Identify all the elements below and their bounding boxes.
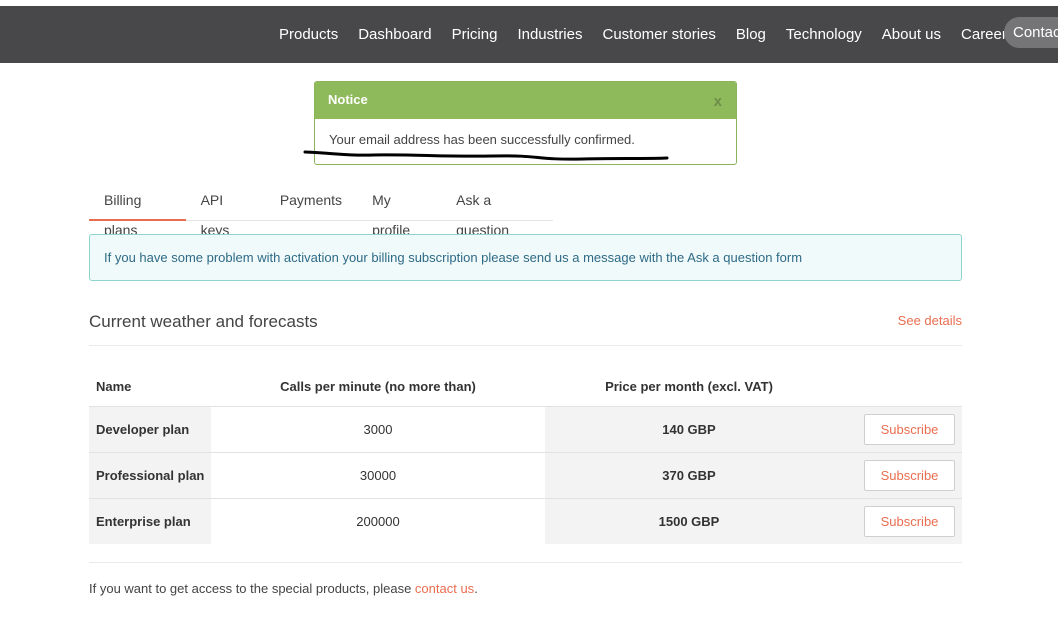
footer-note: If you want to get access to the special… [89, 581, 478, 596]
plan-price: 140 GBP [545, 405, 833, 452]
header-action [833, 367, 962, 406]
divider [89, 345, 962, 346]
plan-action-cell: Subscribe [833, 497, 962, 544]
table-row: Developer plan 3000 140 GBP Subscribe [89, 405, 962, 452]
header-calls: Calls per minute (no more than) [280, 378, 476, 394]
nav-customer-stories[interactable]: Customer stories [603, 26, 716, 43]
main-nav: Products Dashboard Pricing Industries Cu… [279, 6, 1034, 63]
plans-table: Name Calls per minute (no more than) Pri… [89, 367, 962, 544]
footer-end: . [474, 581, 478, 596]
tab-billing-plans[interactable]: Billing plans [89, 185, 186, 238]
close-icon[interactable]: x [714, 93, 722, 110]
nav-products[interactable]: Products [279, 26, 338, 43]
plan-calls: 200000 [211, 497, 545, 544]
notice-header: Notice x [315, 82, 736, 119]
tab-api-keys[interactable]: API keys [186, 185, 265, 238]
table-row: Professional plan 30000 370 GBP Subscrib… [89, 451, 962, 498]
top-navbar: Products Dashboard Pricing Industries Cu… [0, 6, 1058, 63]
footer-text: If you want to get access to the special… [89, 581, 415, 596]
header-name: Name [96, 378, 132, 394]
table-header-row: Name Calls per minute (no more than) Pri… [89, 367, 962, 406]
account-tabs: Billing plans API keys Payments My profi… [89, 185, 553, 238]
section-title: Current weather and forecasts [89, 312, 318, 331]
nav-industries[interactable]: Industries [517, 26, 582, 43]
nav-contact-button[interactable]: Contac [1004, 17, 1058, 48]
plan-calls: 3000 [211, 405, 545, 452]
plan-name: Developer plan [89, 405, 211, 452]
nav-dashboard[interactable]: Dashboard [358, 26, 431, 43]
hand-drawn-underline [303, 150, 669, 161]
subscribe-button[interactable]: Subscribe [864, 505, 955, 537]
plan-calls: 30000 [211, 451, 545, 498]
tab-my-profile[interactable]: My profile [357, 185, 441, 238]
nav-about-us[interactable]: About us [882, 26, 941, 43]
plan-name: Enterprise plan [89, 497, 211, 544]
plan-action-cell: Subscribe [833, 451, 962, 498]
subscribe-button[interactable]: Subscribe [864, 413, 955, 445]
notice-title: Notice [328, 92, 368, 107]
header-price: Price per month (excl. VAT) [605, 378, 773, 394]
tab-payments[interactable]: Payments [265, 185, 357, 221]
plan-price: 1500 GBP [545, 497, 833, 544]
nav-pricing[interactable]: Pricing [452, 26, 498, 43]
nav-blog[interactable]: Blog [736, 26, 766, 43]
see-details-link[interactable]: See details [898, 313, 962, 328]
contact-us-link[interactable]: contact us [415, 581, 474, 596]
plan-name: Professional plan [89, 451, 211, 498]
subscribe-button[interactable]: Subscribe [864, 459, 955, 491]
divider [89, 562, 962, 563]
plan-action-cell: Subscribe [833, 405, 962, 452]
table-row: Enterprise plan 200000 1500 GBP Subscrib… [89, 497, 962, 544]
plan-price: 370 GBP [545, 451, 833, 498]
info-alert: If you have some problem with activation… [89, 234, 962, 281]
tab-ask-a-question[interactable]: Ask a question [441, 185, 553, 238]
nav-technology[interactable]: Technology [786, 26, 862, 43]
